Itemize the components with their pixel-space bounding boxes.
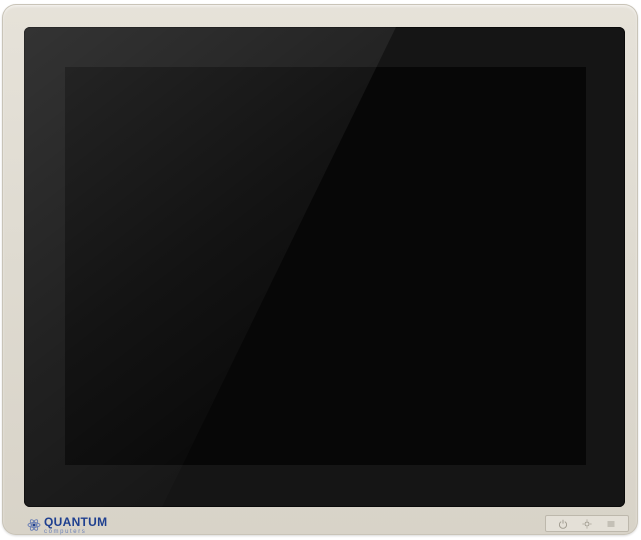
screen-bezel xyxy=(24,27,625,507)
brand-tagline: computers xyxy=(44,528,87,535)
brand-name: QUANTUM xyxy=(44,514,108,529)
atom-logo-icon xyxy=(27,519,41,531)
brand-logo: QUANTUM computers xyxy=(27,515,117,535)
monitor-frame: QUANTUM computers xyxy=(2,4,638,535)
control-panel xyxy=(545,515,629,532)
power-icon[interactable] xyxy=(558,519,568,529)
display-screen xyxy=(65,67,586,465)
brightness-icon[interactable] xyxy=(582,519,592,529)
menu-icon[interactable] xyxy=(606,519,616,529)
